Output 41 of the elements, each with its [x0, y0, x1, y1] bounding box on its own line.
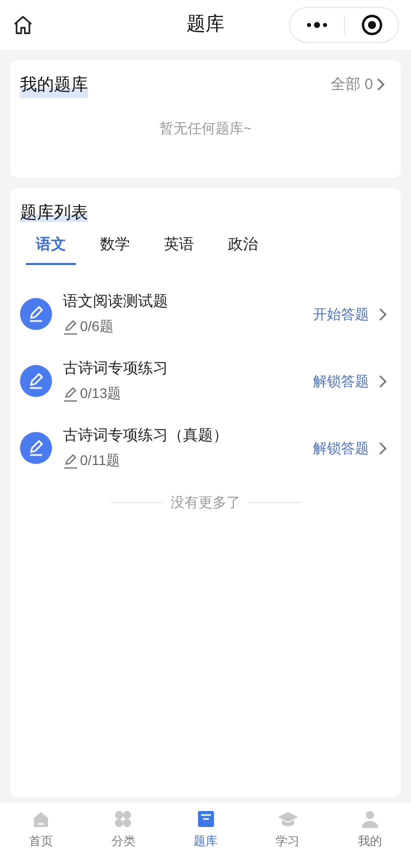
pencil-icon [63, 318, 78, 335]
all-link[interactable]: 全部 0 [330, 74, 373, 96]
empty-text: 暂无任何题库~ [159, 118, 252, 138]
end-text: 没有更多了 [170, 492, 240, 512]
bank-title: 古诗词专项练习（真题） [63, 426, 228, 446]
chevron-right-icon[interactable] [379, 308, 387, 320]
clover-icon [114, 810, 132, 828]
answer-link[interactable]: 开始答题 [313, 304, 369, 324]
subject-tab[interactable]: 英语 [154, 234, 204, 264]
chevron-right-icon[interactable] [377, 78, 385, 92]
progress-text: 0/6题 [80, 317, 114, 336]
pencil-icon [63, 386, 78, 402]
section-title: 题库列表 [20, 203, 88, 222]
bank-title: 古诗词专项练习 [63, 358, 168, 379]
subject-tab[interactable]: 政治 [218, 234, 268, 264]
pencil-icon [20, 365, 52, 397]
chevron-right-icon[interactable] [379, 442, 387, 454]
nav-tab[interactable]: 分类 [82, 802, 164, 859]
nav-tab[interactable]: 学习 [246, 802, 329, 859]
home-icon[interactable] [12, 14, 34, 36]
progress-text: 0/13题 [80, 384, 122, 404]
inbox-icon [196, 810, 214, 828]
graduation-cap-icon [276, 810, 299, 828]
subject-tab[interactable]: 数学 [90, 234, 140, 264]
nav-tab[interactable]: 题库 [164, 802, 247, 859]
answer-link[interactable]: 解锁答题 [313, 438, 369, 458]
answer-link[interactable]: 解锁答题 [313, 370, 369, 392]
page-title: 题库 [186, 12, 224, 37]
house-icon [32, 810, 50, 828]
bank-title: 语文阅读测试题 [63, 292, 168, 312]
pencil-icon [20, 298, 52, 330]
progress-text: 0/11题 [80, 451, 120, 470]
chevron-right-icon[interactable] [379, 374, 387, 388]
pencil-icon [63, 452, 78, 469]
nav-tab[interactable]: 我的 [328, 802, 411, 859]
nav-tab[interactable]: 首页 [0, 802, 82, 859]
pencil-icon [20, 432, 52, 464]
person-icon [360, 810, 379, 828]
capsule-menu[interactable] [289, 7, 399, 43]
subject-tab[interactable]: 语文 [26, 234, 76, 264]
more-icon[interactable] [306, 21, 328, 29]
